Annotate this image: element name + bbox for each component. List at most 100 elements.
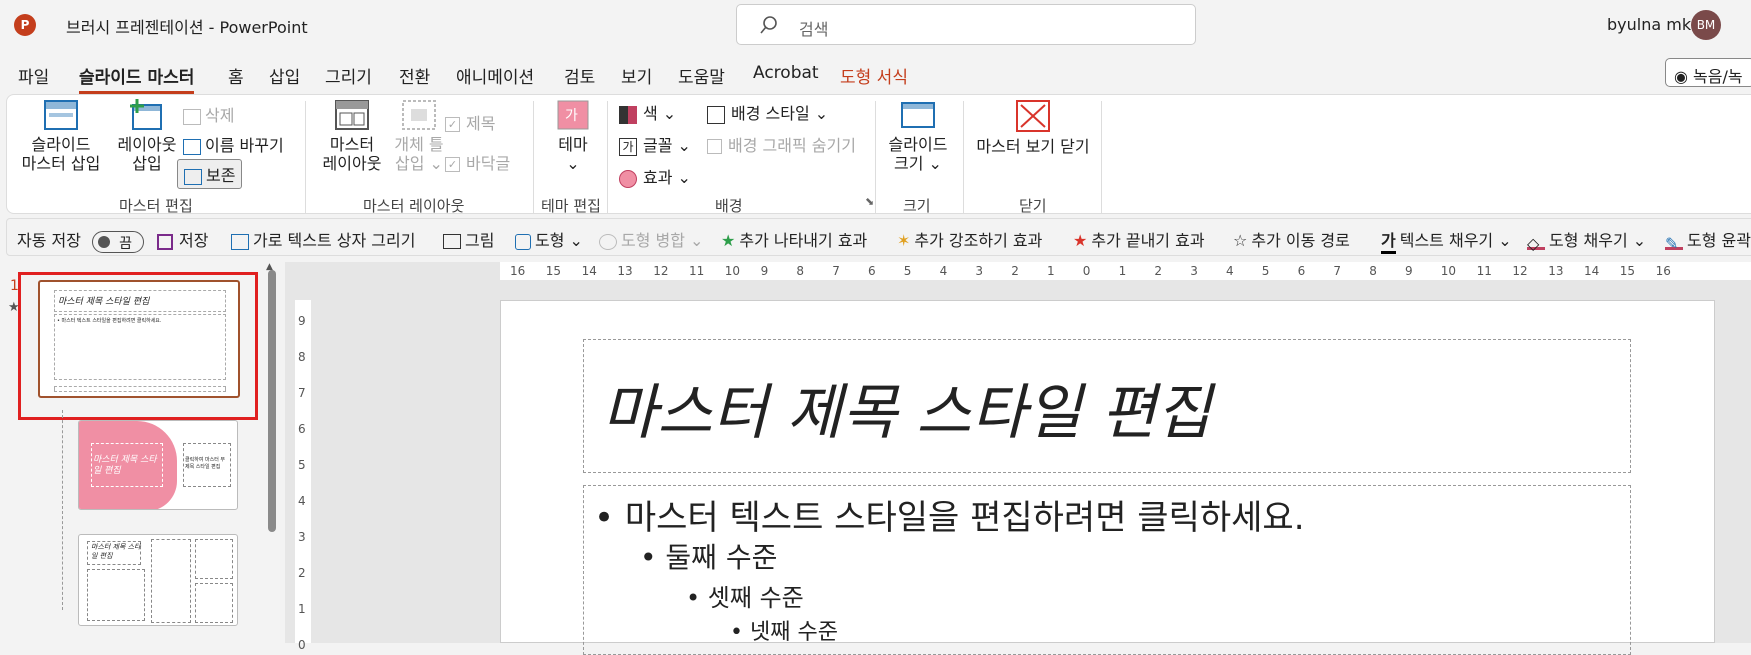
avatar[interactable]: BM <box>1691 10 1721 40</box>
insert-layout-label-1: 레이아웃 <box>117 135 177 154</box>
tab-draw[interactable]: 그리기 <box>325 63 372 88</box>
rename-button[interactable]: 이름 바꾸기 <box>183 132 284 156</box>
thumbnail-master[interactable]: 마스터 제목 스타일 편집 • 마스터 텍스트 스타일을 편집하려면 클릭하세요… <box>38 280 240 398</box>
add-entrance-effect-button[interactable]: ★ 추가 나타내기 효과 <box>721 227 867 251</box>
background-dialog-launcher-icon[interactable]: ⬊ <box>865 195 874 208</box>
title-checkbox[interactable]: ✓ 제목 <box>445 110 495 134</box>
thumb-master-body: • 마스터 텍스트 스타일을 편집하려면 클릭하세요. <box>57 318 162 324</box>
ruler-tick-label: 10 <box>724 264 741 278</box>
save-label: 저장 <box>179 231 209 250</box>
add-entrance-label: 추가 나타내기 효과 <box>739 231 868 250</box>
add-motion-path-button[interactable]: ☆ 추가 이동 경로 <box>1233 227 1350 251</box>
save-icon <box>157 233 173 250</box>
tab-animations[interactable]: 애니메이션 <box>456 63 534 88</box>
bullet-level-2-text: 둘째 수준 <box>665 541 778 574</box>
tab-insert[interactable]: 삽입 <box>269 63 300 88</box>
hide-background-checkbox[interactable]: 배경 그래픽 숨기기 <box>707 132 856 156</box>
ruler-tick-label: 6 <box>868 264 876 278</box>
footer-checkbox[interactable]: ✓ 바닥글 <box>445 150 510 174</box>
quick-access-toolbar: 자동 저장 끔 저장 가로 텍스트 상자 그리기 그림 도형 ⌄ 도형 병합 ⌄… <box>6 218 1751 256</box>
rename-icon <box>183 138 201 155</box>
shape-outline-button[interactable]: ✎ 도형 윤곽 <box>1665 227 1751 253</box>
thumbnail-layout-2[interactable]: 마스터 제목 스타일 편집 클릭하여 마스터 부제목 스타일 편집 <box>78 420 238 510</box>
master-layout-label-2: 레이아웃 <box>322 154 382 173</box>
toggle-switch[interactable]: 끔 <box>92 230 145 253</box>
merge-shapes-button[interactable]: 도형 병합 ⌄ <box>599 227 703 251</box>
preserve-button[interactable]: 보존 <box>177 159 243 189</box>
tab-acrobat[interactable]: Acrobat <box>753 63 819 83</box>
colors-label: 색 ⌄ <box>643 104 677 123</box>
master-layout-button[interactable]: 마스터 레이아웃 <box>317 99 387 173</box>
draw-textbox-button[interactable]: 가로 텍스트 상자 그리기 <box>231 227 415 251</box>
ruler-tick-label: 6 <box>298 422 306 436</box>
group-separator <box>533 101 534 213</box>
slide-master-icon <box>44 100 78 130</box>
rename-label: 이름 바꾸기 <box>205 136 284 155</box>
autosave-label: 자동 저장 <box>17 231 81 250</box>
ruler-tick-label: 0 <box>298 638 306 652</box>
insert-placeholder-label-2: 삽입 ⌄ <box>395 154 443 173</box>
effects-label: 효과 ⌄ <box>643 168 691 187</box>
delete-button[interactable]: 삭제 <box>183 102 234 126</box>
tab-view[interactable]: 보기 <box>621 63 652 88</box>
fonts-button[interactable]: 가 글꼴 ⌄ <box>619 132 691 156</box>
shape-fill-button[interactable]: ◇ 도형 채우기 ⌄ <box>1527 227 1646 253</box>
tab-slide-master[interactable]: 슬라이드 마스터 <box>79 63 195 94</box>
slide-master-canvas: 마스터 제목 스타일 편집 • 마스터 텍스트 스타일을 편집하려면 클릭하세요… <box>500 300 1715 655</box>
add-exit-effect-button[interactable]: ★ 추가 끝내기 효과 <box>1073 227 1205 251</box>
insert-slide-master-button[interactable]: 슬라이드 마스터 삽입 <box>21 99 101 173</box>
theme-label-1: 테마 <box>558 135 588 154</box>
shape-icon <box>515 233 531 250</box>
scroll-up-icon[interactable]: ▲ <box>266 262 273 272</box>
shape-button[interactable]: 도형 ⌄ <box>515 227 583 251</box>
ruler-tick-label: 4 <box>1226 264 1234 278</box>
record-button[interactable]: ◉ 녹음/녹 <box>1665 58 1751 87</box>
picture-button[interactable]: 그림 <box>443 227 494 251</box>
ruler-tick-label: 14 <box>1584 264 1600 278</box>
ruler-tick-label: 15 <box>545 264 562 278</box>
autosave-toggle[interactable]: 자동 저장 끔 <box>17 227 145 253</box>
tab-help[interactable]: 도움말 <box>678 63 725 88</box>
thumbnail-scrollbar[interactable] <box>268 270 276 532</box>
title-placeholder[interactable]: 마스터 제목 스타일 편집 <box>583 339 1631 473</box>
entrance-star-icon: ★ <box>721 231 736 250</box>
title-bar: P 브러시 프레젠테이션 - PowerPoint 검색 byulna mk B… <box>0 0 1751 50</box>
add-emphasis-effect-button[interactable]: ✶ 추가 강조하기 효과 <box>897 227 1042 251</box>
search-input[interactable]: 검색 <box>736 4 1196 45</box>
search-icon <box>760 16 777 34</box>
close-master-view-button[interactable]: 마스터 보기 닫기 <box>973 99 1093 156</box>
tab-review[interactable]: 검토 <box>564 63 595 88</box>
slide-size-label-1: 슬라이드 <box>888 135 948 154</box>
tab-shape-format[interactable]: 도형 서식 <box>840 63 908 88</box>
text-fill-button[interactable]: 가 텍스트 채우기 ⌄ <box>1381 227 1512 254</box>
insert-layout-button[interactable]: 레이아웃 삽입 <box>107 99 187 173</box>
bullet-level-3-text: 셋째 수준 <box>707 584 804 612</box>
emphasis-star-icon: ✶ <box>897 231 911 250</box>
pin-icon <box>184 168 202 185</box>
slide-size-button[interactable]: 슬라이드 크기 ⌄ <box>883 99 953 173</box>
tab-file[interactable]: 파일 <box>18 63 49 88</box>
placeholder-icon <box>402 100 436 130</box>
save-button[interactable]: 저장 <box>157 227 208 251</box>
shape-fill-icon: ◇ <box>1527 234 1545 253</box>
slide-size-icon <box>901 102 935 128</box>
ruler-tick-label: 16 <box>510 264 526 278</box>
ribbon-tabs: 파일 슬라이드 마스터 홈 삽입 그리기 전환 애니메이션 검토 보기 도움말 … <box>0 56 1751 94</box>
user-name[interactable]: byulna mk <box>1607 15 1691 34</box>
tab-home[interactable]: 홈 <box>228 63 244 88</box>
thumbnail-layout-3[interactable]: 마스터 제목 스타일 편집 <box>78 534 238 626</box>
add-motion-label: 추가 이동 경로 <box>1251 231 1350 250</box>
theme-button[interactable]: 가 테마 ⌄ <box>545 99 601 173</box>
colors-button[interactable]: 색 ⌄ <box>619 100 676 124</box>
group-label-theme-edit: 테마 편집 <box>541 197 601 215</box>
shape-outline-icon: ✎ <box>1665 234 1683 253</box>
merge-shapes-label: 도형 병합 ⌄ <box>621 231 704 250</box>
background-styles-button[interactable]: 배경 스타일 ⌄ <box>707 100 828 124</box>
insert-placeholder-button[interactable]: 개체 틀 삽입 ⌄ <box>387 99 451 173</box>
text-fill-icon: 가 <box>1381 227 1396 254</box>
vertical-ruler: 9 8 7 6 5 4 3 2 1 0 <box>295 300 311 652</box>
tab-transitions[interactable]: 전환 <box>399 63 430 88</box>
effects-button[interactable]: 효과 ⌄ <box>619 164 691 188</box>
ruler-tick-label: 10 <box>1440 264 1457 278</box>
body-placeholder[interactable]: • 마스터 텍스트 스타일을 편집하려면 클릭하세요. • 둘째 수준 • 셋째… <box>583 485 1631 655</box>
